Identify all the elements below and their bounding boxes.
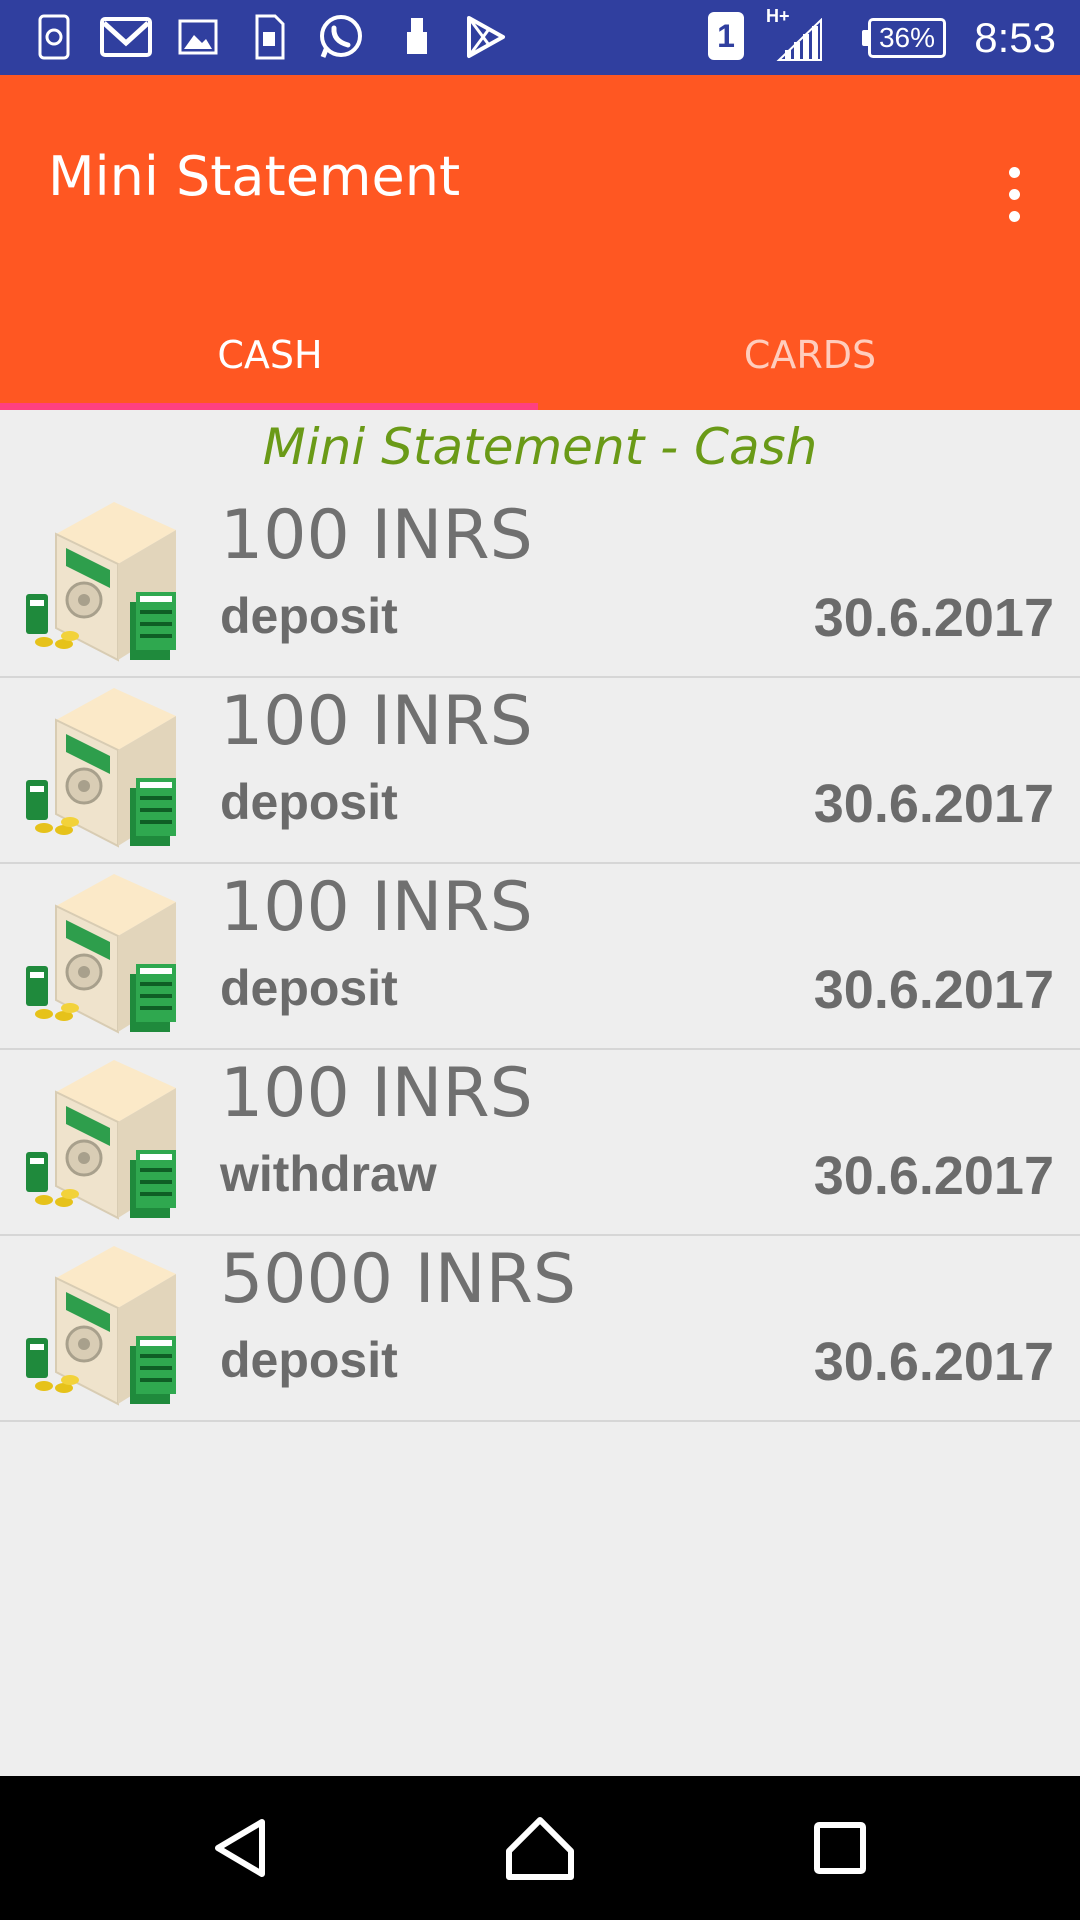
list-item[interactable]: 100 INRS deposit 30.6.2017 — [0, 492, 1080, 678]
safe-money-icon — [26, 1050, 196, 1230]
back-icon — [215, 1819, 265, 1877]
tab-cash[interactable]: CASH — [0, 300, 540, 410]
transaction-type: deposit — [220, 774, 398, 830]
transaction-type: withdraw — [220, 1146, 437, 1202]
safe-money-icon — [26, 864, 196, 1044]
safe-money-icon — [26, 678, 196, 858]
transaction-amount: 100 INRS — [220, 496, 533, 575]
transaction-amount: 5000 INRS — [220, 1240, 577, 1319]
tab-indicator — [0, 403, 538, 410]
transaction-amount: 100 INRS — [220, 868, 533, 947]
recents-icon — [814, 1822, 866, 1874]
safe-money-icon — [26, 1236, 196, 1416]
transaction-type: deposit — [220, 588, 398, 644]
transaction-type: deposit — [220, 960, 398, 1016]
more-vert-dot — [1009, 189, 1020, 200]
tab-cards[interactable]: CARDS — [540, 300, 1080, 410]
whatsapp-icon — [316, 12, 366, 62]
safe-money-icon — [26, 492, 196, 672]
gmail-icon — [100, 12, 152, 62]
signal-icon — [774, 18, 824, 62]
list-item[interactable]: 100 INRS deposit 30.6.2017 — [0, 678, 1080, 864]
section-heading: Mini Statement - Cash — [262, 418, 818, 476]
transaction-date: 30.6.2017 — [813, 588, 1054, 648]
sync-icon — [36, 12, 72, 62]
more-vert-dot — [1009, 211, 1020, 222]
transaction-date: 30.6.2017 — [813, 960, 1054, 1020]
recents-button[interactable] — [790, 1806, 890, 1890]
home-icon — [506, 1817, 574, 1880]
transaction-amount: 100 INRS — [220, 1054, 533, 1133]
usb-icon — [402, 12, 432, 62]
sim-toolkit-icon — [252, 12, 286, 62]
app-bar: Mini Statement CASH CARDS — [0, 75, 1080, 410]
gallery-icon — [178, 12, 218, 62]
list-item[interactable]: 5000 INRS deposit 30.6.2017 — [0, 1236, 1080, 1422]
transaction-date: 30.6.2017 — [813, 774, 1054, 834]
battery-icon: 36% — [868, 18, 946, 58]
overflow-menu-button[interactable] — [990, 155, 1038, 235]
page-title: Mini Statement — [48, 145, 461, 208]
back-button[interactable] — [190, 1806, 290, 1890]
list-item[interactable]: 100 INRS deposit 30.6.2017 — [0, 864, 1080, 1050]
play-store-icon — [464, 12, 508, 62]
clock: 8:53 — [974, 14, 1056, 61]
navigation-bar — [0, 1776, 1080, 1920]
status-bar: 1 H+ 36% 8:53 — [0, 0, 1080, 75]
home-button[interactable] — [490, 1806, 590, 1890]
transaction-date: 30.6.2017 — [813, 1146, 1054, 1206]
transaction-list: 100 INRS deposit 30.6.2017 100 INRS depo… — [0, 492, 1080, 1422]
more-vert-icon — [1009, 167, 1020, 178]
transaction-amount: 100 INRS — [220, 682, 533, 761]
sim-slot-badge: 1 — [708, 12, 744, 60]
transaction-type: deposit — [220, 1332, 398, 1388]
list-item[interactable]: 100 INRS withdraw 30.6.2017 — [0, 1050, 1080, 1236]
transaction-date: 30.6.2017 — [813, 1332, 1054, 1392]
